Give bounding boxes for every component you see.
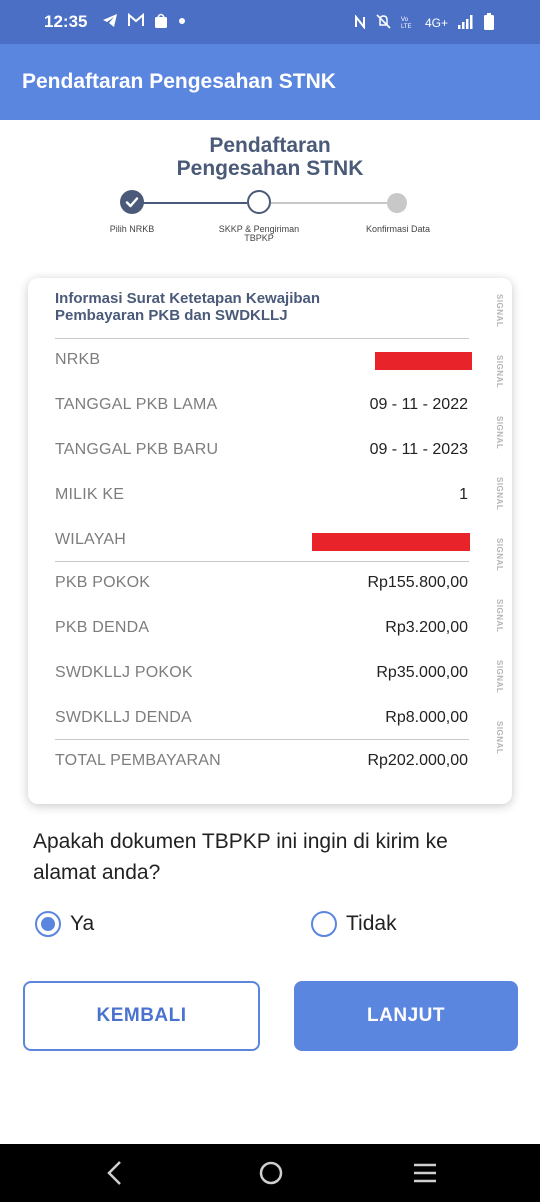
page-title-line1: Pendaftaran [209, 134, 331, 157]
next-button[interactable]: LANJUT [294, 981, 518, 1051]
svg-text:Vo: Vo [401, 17, 409, 23]
system-nav-bar [0, 1144, 540, 1202]
battery-icon [484, 13, 494, 33]
row-value-tanggal-pkb-baru: 09 - 11 - 2023 [369, 441, 468, 458]
radio-button-tidak[interactable] [311, 911, 337, 937]
step-2-label-line2: TBPKP [244, 233, 274, 243]
signal-watermark: SIGNAL [495, 538, 504, 572]
system-icons: Vo LTE 4G+ [354, 13, 494, 33]
signal-watermark: SIGNAL [495, 294, 504, 328]
row-value-swdkllj-denda: Rp8.000,00 [385, 709, 468, 726]
progress-stepper: Pilih NRKB SKKP & Pengiriman TBPKP Konfi… [0, 190, 540, 250]
step-1-label: Pilih NRKB [109, 224, 155, 234]
redacted-wilayah [312, 533, 470, 551]
row-label-wilayah: WILAYAH [55, 531, 127, 548]
signal-icon [458, 14, 474, 32]
telegram-icon [102, 13, 118, 32]
stepper-line-done [132, 202, 247, 204]
nfc-icon [354, 13, 366, 32]
row-value-pkb-denda: Rp3.200,00 [385, 619, 468, 636]
row-value-tanggal-pkb-lama: 09 - 11 - 2022 [369, 396, 468, 413]
divider [55, 739, 469, 740]
dot-icon [178, 13, 186, 32]
page-title: Pendaftaran Pengesahan STNK [0, 134, 540, 180]
notification-icons [102, 12, 186, 32]
row-value-total-pembayaran: Rp202.000,00 [367, 752, 468, 769]
back-button[interactable]: KEMBALI [23, 981, 260, 1051]
shop-icon [154, 13, 168, 32]
card-heading-line2: Pembayaran PKB dan SWDKLLJ [55, 307, 288, 324]
radio-button-ya[interactable] [35, 911, 61, 937]
svg-text:LTE: LTE [401, 24, 412, 29]
card-heading-line1: Informasi Surat Ketetapan Kewajiban [55, 290, 321, 307]
row-value-swdkllj-pokok: Rp35.000,00 [376, 664, 468, 681]
step-2-current [247, 190, 271, 214]
signal-watermark: SIGNAL [495, 477, 504, 511]
row-label-pkb-pokok: PKB POKOK [55, 574, 151, 591]
menu-nav-icon[interactable] [412, 1158, 438, 1195]
app-bar: Pendaftaran Pengesahan STNK [0, 44, 540, 120]
gmail-icon [128, 12, 144, 32]
row-label-tanggal-pkb-lama: TANGGAL PKB LAMA [55, 396, 218, 413]
radio-label-ya: Ya [70, 912, 95, 935]
divider [55, 338, 469, 339]
signal-watermark: SIGNAL [495, 416, 504, 450]
mute-icon [376, 14, 391, 32]
row-label-milik-ke: MILIK KE [55, 486, 125, 503]
payment-info-card: Informasi Surat Ketetapan Kewajiban Pemb… [28, 278, 512, 804]
home-nav-icon[interactable] [257, 1158, 285, 1195]
status-bar: 12:35 Vo LTE 4G+ [0, 0, 540, 44]
back-nav-icon[interactable] [104, 1158, 126, 1195]
app-bar-title: Pendaftaran Pengesahan STNK [22, 70, 336, 93]
card-heading: Informasi Surat Ketetapan Kewajiban Pemb… [55, 290, 435, 324]
step-3-pending [387, 193, 407, 213]
row-label-swdkllj-denda: SWDKLLJ DENDA [55, 709, 192, 726]
row-value-pkb-pokok: Rp155.800,00 [367, 574, 468, 591]
step-2-label: SKKP & Pengiriman TBPKP [208, 225, 310, 243]
signal-watermark: SIGNAL [495, 355, 504, 389]
redacted-nrkb [375, 352, 472, 370]
radio-label-tidak: Tidak [346, 912, 397, 935]
page-title-line2: Pengesahan STNK [176, 157, 364, 180]
row-label-swdkllj-pokok: SWDKLLJ POKOK [55, 664, 193, 681]
row-label-tanggal-pkb-baru: TANGGAL PKB BARU [55, 441, 219, 458]
row-label-nrkb: NRKB [55, 351, 101, 368]
row-label-pkb-denda: PKB DENDA [55, 619, 150, 636]
network-4g-icon: 4G+ [424, 16, 448, 30]
volte-icon: Vo LTE [401, 15, 415, 32]
check-icon [125, 197, 139, 208]
row-value-milik-ke: 1 [459, 486, 468, 503]
step-3-label: Konfirmasi Data [365, 224, 431, 234]
stepper-line-pending [271, 202, 387, 204]
signal-watermark: SIGNAL [495, 660, 504, 694]
delivery-question: Apakah dokumen TBPKP ini ingin di kirim … [33, 830, 448, 884]
radio-option-tidak[interactable]: Tidak [311, 911, 397, 937]
row-label-total-pembayaran: TOTAL PEMBAYARAN [55, 752, 221, 769]
signal-watermark: SIGNAL [495, 599, 504, 633]
signal-watermark: SIGNAL [495, 721, 504, 755]
radio-option-ya[interactable]: Ya [35, 911, 94, 937]
status-time: 12:35 [44, 12, 88, 31]
divider [55, 561, 469, 562]
step-1-complete [120, 190, 144, 214]
